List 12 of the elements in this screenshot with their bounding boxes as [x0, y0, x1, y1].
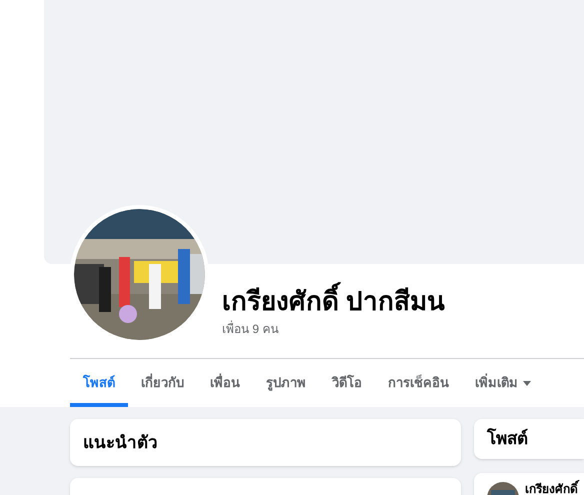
profile-tab[interactable]: รูปภาพ: [253, 359, 319, 407]
profile-tab[interactable]: โพสต์: [70, 359, 128, 407]
profile-tab[interactable]: การเช็คอิน: [375, 359, 462, 407]
profile-tab[interactable]: เพื่อน: [197, 359, 253, 407]
profile-tab[interactable]: เกี่ยวกับ: [128, 359, 197, 407]
profile-tab[interactable]: วิดีโอ: [319, 359, 375, 407]
friend-count[interactable]: เพื่อน 9 คน: [222, 320, 278, 338]
profile-name: เกรียงศักดิ์ ปากสีมน: [222, 284, 446, 318]
card-title: แนะนำตัว: [83, 432, 158, 454]
card-title: โพสต์: [487, 427, 528, 450]
post-author[interactable]: เกรียงศักดิ์: [525, 482, 578, 495]
profile-tab[interactable]: เพิ่มเติม: [462, 359, 544, 407]
